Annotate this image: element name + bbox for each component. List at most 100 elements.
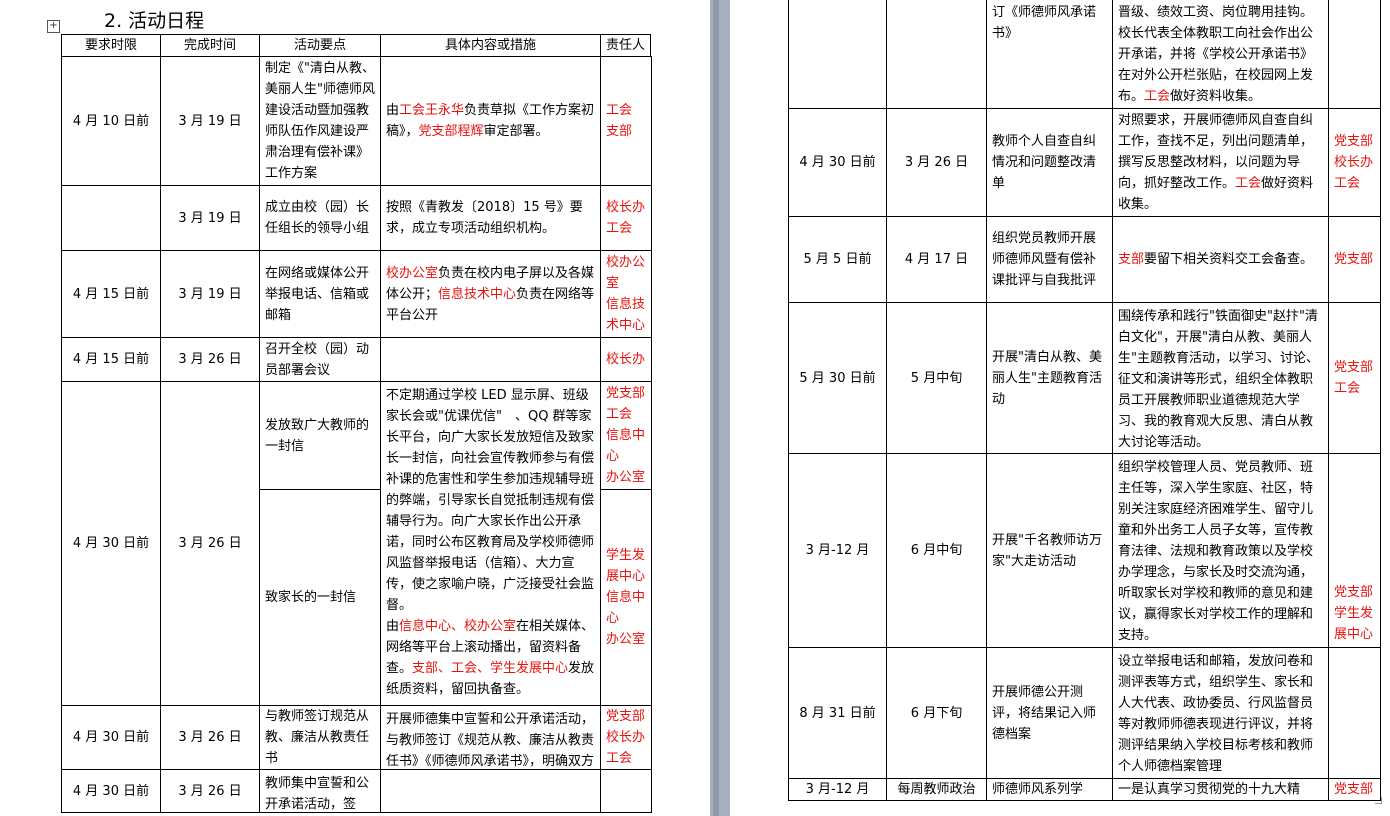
responsible-cell: 学生发 展中心 信息中心办公室	[600, 489, 652, 706]
cell-text: 3 月 19 日	[178, 210, 242, 226]
responsible-list: 党支部	[1334, 779, 1373, 800]
cell-text: 3 月 26 日	[178, 783, 242, 799]
responsible-list: 党支部 工会 信息中心办公室	[606, 383, 645, 488]
cell-text: 4 月 30 日前	[72, 536, 150, 551]
responsible-entry: 工会	[1334, 176, 1361, 191]
responsible-cell: 党支部 工会	[1328, 302, 1381, 454]
cell-text: 教师集中宣誓和公开承诺活动，签	[265, 776, 370, 812]
done-cell: 3 月 26 日	[160, 337, 260, 382]
deadline-cell: 3 月-12 月	[788, 453, 887, 648]
responsible-list: 工会 支部	[606, 100, 632, 142]
table-move-handle-icon[interactable]: +	[47, 20, 60, 33]
responsible-entry: 党支部	[606, 709, 646, 724]
content-text: 设立举报电话和邮箱，发放问卷和测评表等方式，组织学生、家长和人大代表、政协委员、…	[1118, 651, 1323, 777]
responsible-entry: 支部	[606, 124, 633, 139]
cell-text: 召开全校（园）动员部署会议	[265, 341, 370, 378]
cell-text: 师德师风系列学	[992, 782, 1084, 797]
responsible-list: 党支部 工会	[1334, 357, 1373, 399]
done-cell	[886, 0, 987, 109]
body-text: 组织学校管理人员、党员教师、班主任等，深入学生家庭、社区，特别关注家庭经济困难学…	[1118, 460, 1314, 643]
content-cell: 开展师德集中宣誓和公开承诺活动，与教师签订《规范从教、廉洁从教责任书》《师德师风…	[380, 705, 601, 770]
content-cell: 校办公室负责在校内电子屏以及各媒体公开；信息技术中心负责在网络等平台公开	[380, 250, 601, 338]
cell-text: 3 月 26 日	[178, 730, 242, 745]
deadline-cell: 3 月-12 月	[788, 778, 887, 801]
content-cell: 按照《青教发〔2018〕15 号》要求，成立专项活动组织机构。	[380, 185, 601, 251]
highlight-text: 工会王永华	[399, 103, 465, 118]
done-cell: 3 月 26 日	[160, 769, 260, 813]
responsible-entry: 信息中	[606, 428, 646, 443]
responsible-entry: 工会	[606, 103, 633, 118]
responsible-cell: 党支部 校长办 工会	[1328, 108, 1381, 217]
point-cell: 召开全校（园）动员部署会议	[259, 337, 381, 382]
cell-text: 3 月 19 日	[178, 113, 242, 129]
content-text: 不定期通过学校 LED 显示屏、班级家长会或"优课优信" 、QQ 群等家长平台，…	[386, 385, 595, 700]
cell-text: 5 月中旬	[910, 370, 963, 386]
content-text: 支部要留下相关资料交工会备查。	[1118, 249, 1313, 270]
responsible-entry: 校长办	[606, 200, 646, 215]
point-cell: 发放致广大教师的一封信	[259, 381, 381, 490]
responsible-entry: 党支部	[1334, 252, 1374, 267]
responsible-cell: 党支部 工会 信息中心办公室	[600, 381, 652, 490]
deadline-cell: 4 月 30 日前	[61, 705, 161, 770]
done-cell: 3 月 19 日	[160, 185, 260, 251]
point-cell: 订《师德师风承诺书》	[986, 0, 1113, 109]
deadline-cell: 4 月 15 日前	[61, 337, 161, 382]
done-cell: 3 月 26 日	[886, 108, 987, 217]
point-cell: 开展"千名教师访万家"大走访活动	[986, 453, 1113, 648]
point-cell: 师德师风系列学	[986, 778, 1113, 801]
content-cell	[380, 769, 601, 813]
header-point: 活动要点	[259, 34, 381, 57]
content-cell: 由工会王永华负责草拟《工作方案初稿》，党支部程辉审定部署。	[380, 56, 601, 186]
responsible-list: 党支部 学生发 展中心	[1334, 582, 1373, 645]
responsible-entry: 党支部	[1334, 585, 1374, 600]
body-text: 审定部署。	[483, 124, 549, 139]
document-page-right: 订《师德师风承诺书》 晋级、绩效工资、岗位聘用挂钩。校长代表全体教职工向社会作出公…	[730, 0, 1390, 816]
body-text: 一是认真学习贯彻党的十九大精	[1118, 782, 1301, 797]
responsible-cell: 校长办	[600, 337, 652, 382]
cell-text: 每周教师政治	[897, 782, 976, 797]
cell-text: 4 月 17 日	[904, 252, 969, 267]
deadline-cell: 4 月 30 日前	[61, 769, 161, 813]
cell-text: 3 月 26 日	[178, 536, 242, 551]
content-cell: 组织学校管理人员、党员教师、班主任等，深入学生家庭、社区，特别关注家庭经济困难学…	[1112, 453, 1329, 648]
body-text: 按照《青教发〔2018〕15 号》要求，成立专项活动组织机构。	[386, 200, 583, 236]
responsible-entry: 工会	[606, 407, 633, 422]
cell-text: 成立由校（园）长任组长的领导小组	[265, 200, 370, 236]
cell-text: 订《师德师风承诺书》	[992, 5, 1097, 41]
section-title: 2. 活动日程	[104, 10, 205, 32]
deadline-cell: 4 月 10 日前	[61, 56, 161, 186]
body-text: 做好资料收集。	[1170, 89, 1262, 104]
responsible-entry: 工会	[606, 221, 633, 236]
cell-text: 4 月 15 日前	[72, 352, 150, 367]
highlight-text: 信息技术中心	[438, 286, 517, 302]
content-cell: 对照要求，开展师德师风自查自纠工作，查找不足，列出问题清单，撰写反思整改材料，以…	[1112, 108, 1329, 217]
header-deadline: 要求时限	[61, 34, 161, 57]
responsible-entry: 信息技	[606, 297, 646, 312]
highlight-text: 支部、工会、学生发展中心	[412, 661, 569, 676]
deadline-cell: 8 月 31 日前	[788, 647, 887, 779]
responsible-cell	[1328, 0, 1381, 109]
point-cell: 开展师德公开测评，将结果记入师德档案	[986, 647, 1113, 779]
point-cell: 组织党员教师开展师德师风暨有偿补课批评与自我批评	[986, 216, 1113, 303]
content-text: 校办公室负责在校内电子屏以及各媒体公开；信息技术中心负责在网络等平台公开	[386, 263, 595, 326]
responsible-entry: 学生发	[606, 548, 646, 563]
body-text: 由	[386, 619, 400, 634]
responsible-cell: 党支部	[1328, 216, 1381, 303]
header-responsible: 责任人	[600, 34, 651, 57]
content-text: 组织学校管理人员、党员教师、班主任等，深入学生家庭、社区，特别关注家庭经济困难学…	[1118, 457, 1323, 646]
header-content: 具体内容或措施	[380, 34, 601, 57]
responsible-entry: 办公室	[606, 632, 646, 647]
deadline-cell: 5 月 30 日前	[788, 302, 887, 454]
responsible-list: 校长办 工会	[606, 197, 645, 239]
cell-text: 8 月 31 日前	[799, 705, 876, 721]
content-text: 围绕传承和践行"铁面御史"赵抃"清白文化"，开展"清白从教、美丽人生"主题教育活…	[1118, 306, 1323, 453]
done-cell: 6 月下旬	[886, 647, 987, 779]
responsible-entry: 展中心	[606, 569, 646, 584]
content-cell: 支部要留下相关资料交工会备查。	[1112, 216, 1329, 303]
content-cell: 一是认真学习贯彻党的十九大精	[1112, 778, 1329, 801]
responsible-list: 党支部	[1334, 249, 1373, 270]
point-cell: 教师集中宣誓和公开承诺活动，签	[259, 769, 381, 813]
responsible-cell: 党支部 校长办 工会	[600, 705, 652, 770]
point-cell: 开展"清白从教、美丽人生"主题教育活动	[986, 302, 1113, 454]
content-cell: 围绕传承和践行"铁面御史"赵抃"清白文化"，开展"清白从教、美丽人生"主题教育活…	[1112, 302, 1329, 454]
